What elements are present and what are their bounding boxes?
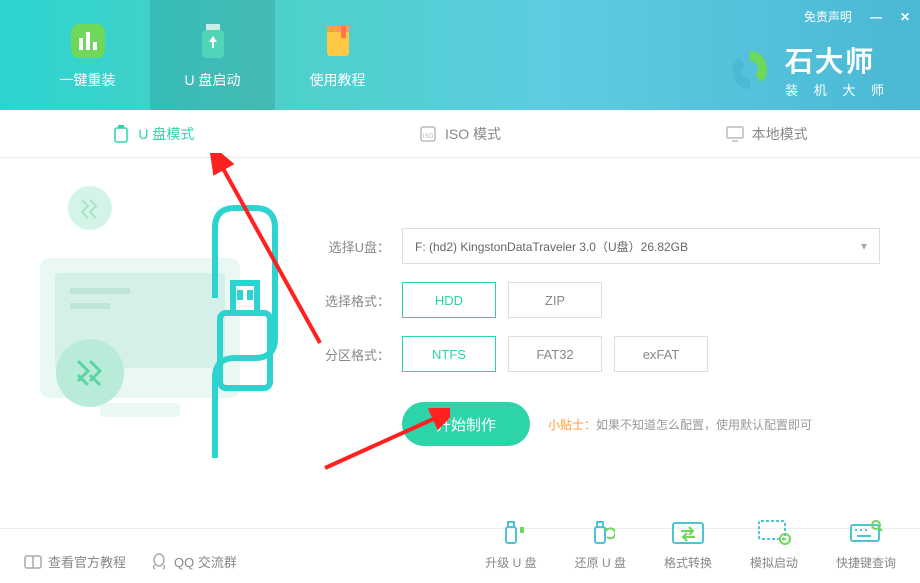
partition-label: 分区格式：	[320, 345, 390, 364]
main-nav: 一键重装 U 盘启动 使用教程	[0, 0, 400, 110]
nav-label: 使用教程	[310, 70, 366, 90]
tab-label: ISO 模式	[445, 124, 501, 144]
usb-drive-icon	[192, 20, 234, 62]
convert-icon	[670, 518, 706, 548]
usb-selected-value: F: (hd2) KingstonDataTraveler 3.0（U盘）26.…	[415, 238, 688, 255]
format-label: 选择格式：	[320, 291, 390, 310]
illustration	[0, 158, 300, 528]
qq-icon	[150, 553, 168, 571]
tab-label: 本地模式	[752, 124, 808, 144]
tab-local-mode[interactable]: 本地模式	[613, 110, 920, 157]
nav-usb-boot[interactable]: U 盘启动	[150, 0, 275, 110]
tool-upgrade-usb[interactable]: 升级 U 盘	[485, 518, 536, 571]
close-button[interactable]: ✕	[900, 10, 910, 24]
monitor-play-icon	[756, 518, 792, 548]
tip-label: 小贴士：	[548, 418, 596, 432]
book-icon	[317, 20, 359, 62]
chevron-down-icon: ▾	[861, 239, 867, 253]
tool-restore-usb[interactable]: 还原 U 盘	[575, 518, 626, 571]
nav-tutorial[interactable]: 使用教程	[275, 0, 400, 110]
logo-title: 石大师	[785, 40, 890, 80]
usb-refresh-icon	[582, 518, 618, 548]
qq-group-link[interactable]: QQ 交流群	[150, 552, 237, 571]
nav-reinstall[interactable]: 一键重装	[25, 0, 150, 110]
usb-up-icon	[493, 518, 529, 548]
usb-select-dropdown[interactable]: F: (hd2) KingstonDataTraveler 3.0（U盘）26.…	[402, 228, 880, 264]
iso-icon: ISO	[419, 125, 437, 143]
logo-subtitle: 装 机 大 师	[785, 80, 890, 99]
format-option-hdd[interactable]: HDD	[402, 282, 496, 318]
tool-format-convert[interactable]: 格式转换	[664, 518, 712, 571]
nav-label: 一键重装	[60, 70, 116, 90]
official-tutorial-link[interactable]: 查看官方教程	[24, 552, 126, 571]
partition-option-exfat[interactable]: exFAT	[614, 336, 708, 372]
footer: 查看官方教程 QQ 交流群 升级 U 盘 还原 U 盘 格式转换 模拟启动 快捷…	[0, 528, 920, 583]
tool-hotkey-lookup[interactable]: 快捷键查询	[836, 518, 896, 571]
usb-small-icon	[112, 125, 130, 143]
mode-tabs: U 盘模式 ISO ISO 模式 本地模式	[0, 110, 920, 158]
usb-select-label: 选择U盘：	[320, 237, 390, 256]
tip-text: 小贴士：如果不知道怎么配置，使用默认配置即可	[548, 416, 812, 433]
start-button[interactable]: 开始制作	[402, 402, 530, 446]
brand-logo: 石大师 装 机 大 师	[727, 40, 890, 99]
partition-option-ntfs[interactable]: NTFS	[402, 336, 496, 372]
partition-option-fat32[interactable]: FAT32	[508, 336, 602, 372]
footer-tools: 升级 U 盘 还原 U 盘 格式转换 模拟启动 快捷键查询	[485, 518, 896, 571]
tool-simulate-boot[interactable]: 模拟启动	[750, 518, 798, 571]
bar-chart-icon	[67, 20, 109, 62]
window-controls: 免责声明 — ✕	[804, 8, 910, 25]
logo-icon	[727, 47, 773, 93]
monitor-icon	[726, 125, 744, 143]
svg-text:ISO: ISO	[423, 134, 434, 140]
form-area: 选择U盘： F: (hd2) KingstonDataTraveler 3.0（…	[300, 158, 920, 528]
keyboard-search-icon	[848, 518, 884, 548]
header: 一键重装 U 盘启动 使用教程 免责声明 — ✕ 石大师 装 机 大 师	[0, 0, 920, 110]
main-content: 选择U盘： F: (hd2) KingstonDataTraveler 3.0（…	[0, 158, 920, 528]
minimize-button[interactable]: —	[870, 10, 882, 24]
tab-label: U 盘模式	[138, 124, 194, 144]
nav-label: U 盘启动	[185, 70, 241, 90]
tab-iso-mode[interactable]: ISO ISO 模式	[307, 110, 614, 157]
tab-usb-mode[interactable]: U 盘模式	[0, 110, 307, 157]
book-open-icon	[24, 553, 42, 571]
format-option-zip[interactable]: ZIP	[508, 282, 602, 318]
disclaimer-link[interactable]: 免责声明	[804, 8, 852, 25]
